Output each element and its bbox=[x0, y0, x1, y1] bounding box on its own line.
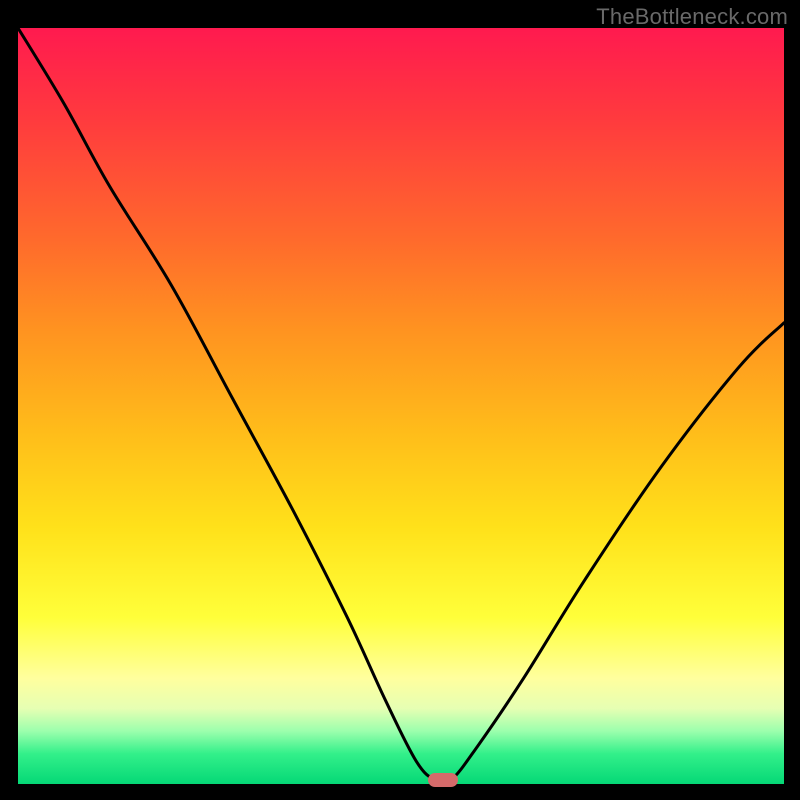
watermark-text: TheBottleneck.com bbox=[596, 4, 788, 30]
target-point-marker bbox=[428, 773, 458, 787]
bottleneck-curve bbox=[18, 28, 784, 784]
plot-area bbox=[18, 28, 784, 784]
chart-frame: TheBottleneck.com bbox=[0, 0, 800, 800]
